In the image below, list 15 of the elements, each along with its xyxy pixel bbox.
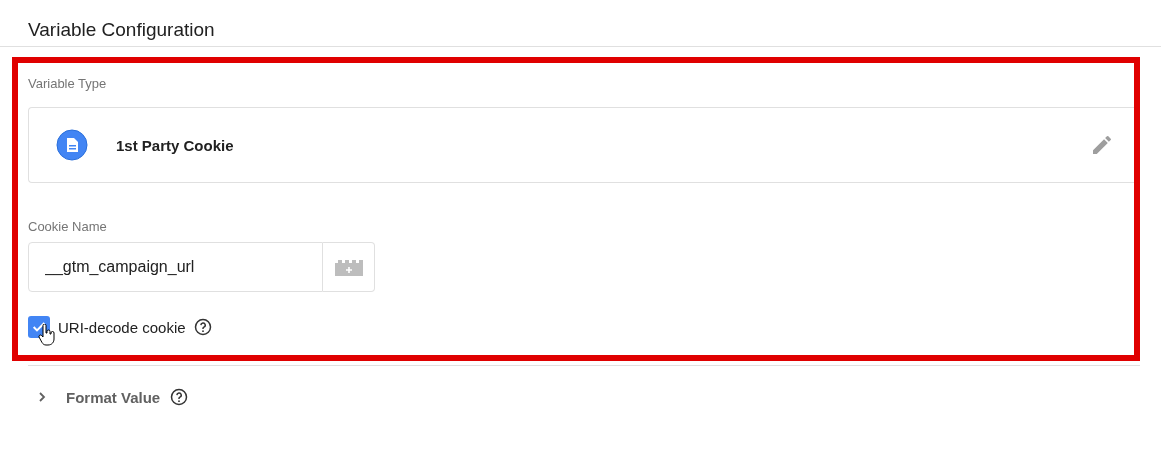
help-icon[interactable]: [193, 318, 212, 336]
variable-type-name: 1st Party Cookie: [116, 136, 235, 154]
help-icon[interactable]: [170, 388, 189, 406]
hand-cursor-icon: [38, 324, 56, 346]
field-label: Cookie Name: [28, 219, 107, 234]
panel-title: Variable Configuration: [0, 0, 1161, 47]
cookie-name-field[interactable]: __gtm_campaign_url: [28, 242, 323, 292]
format-value-toggle[interactable]: Format Value: [36, 388, 161, 406]
checkbox-label: URI-decode cookie: [58, 318, 186, 336]
edit-icon[interactable]: [1090, 133, 1114, 157]
field-label: Variable Type: [28, 76, 107, 91]
variable-type-card[interactable]: 1st Party Cookie: [28, 107, 1134, 183]
chevron-icon: [36, 391, 48, 403]
document-icon: [56, 129, 88, 161]
brick-plus-icon: [333, 257, 364, 277]
